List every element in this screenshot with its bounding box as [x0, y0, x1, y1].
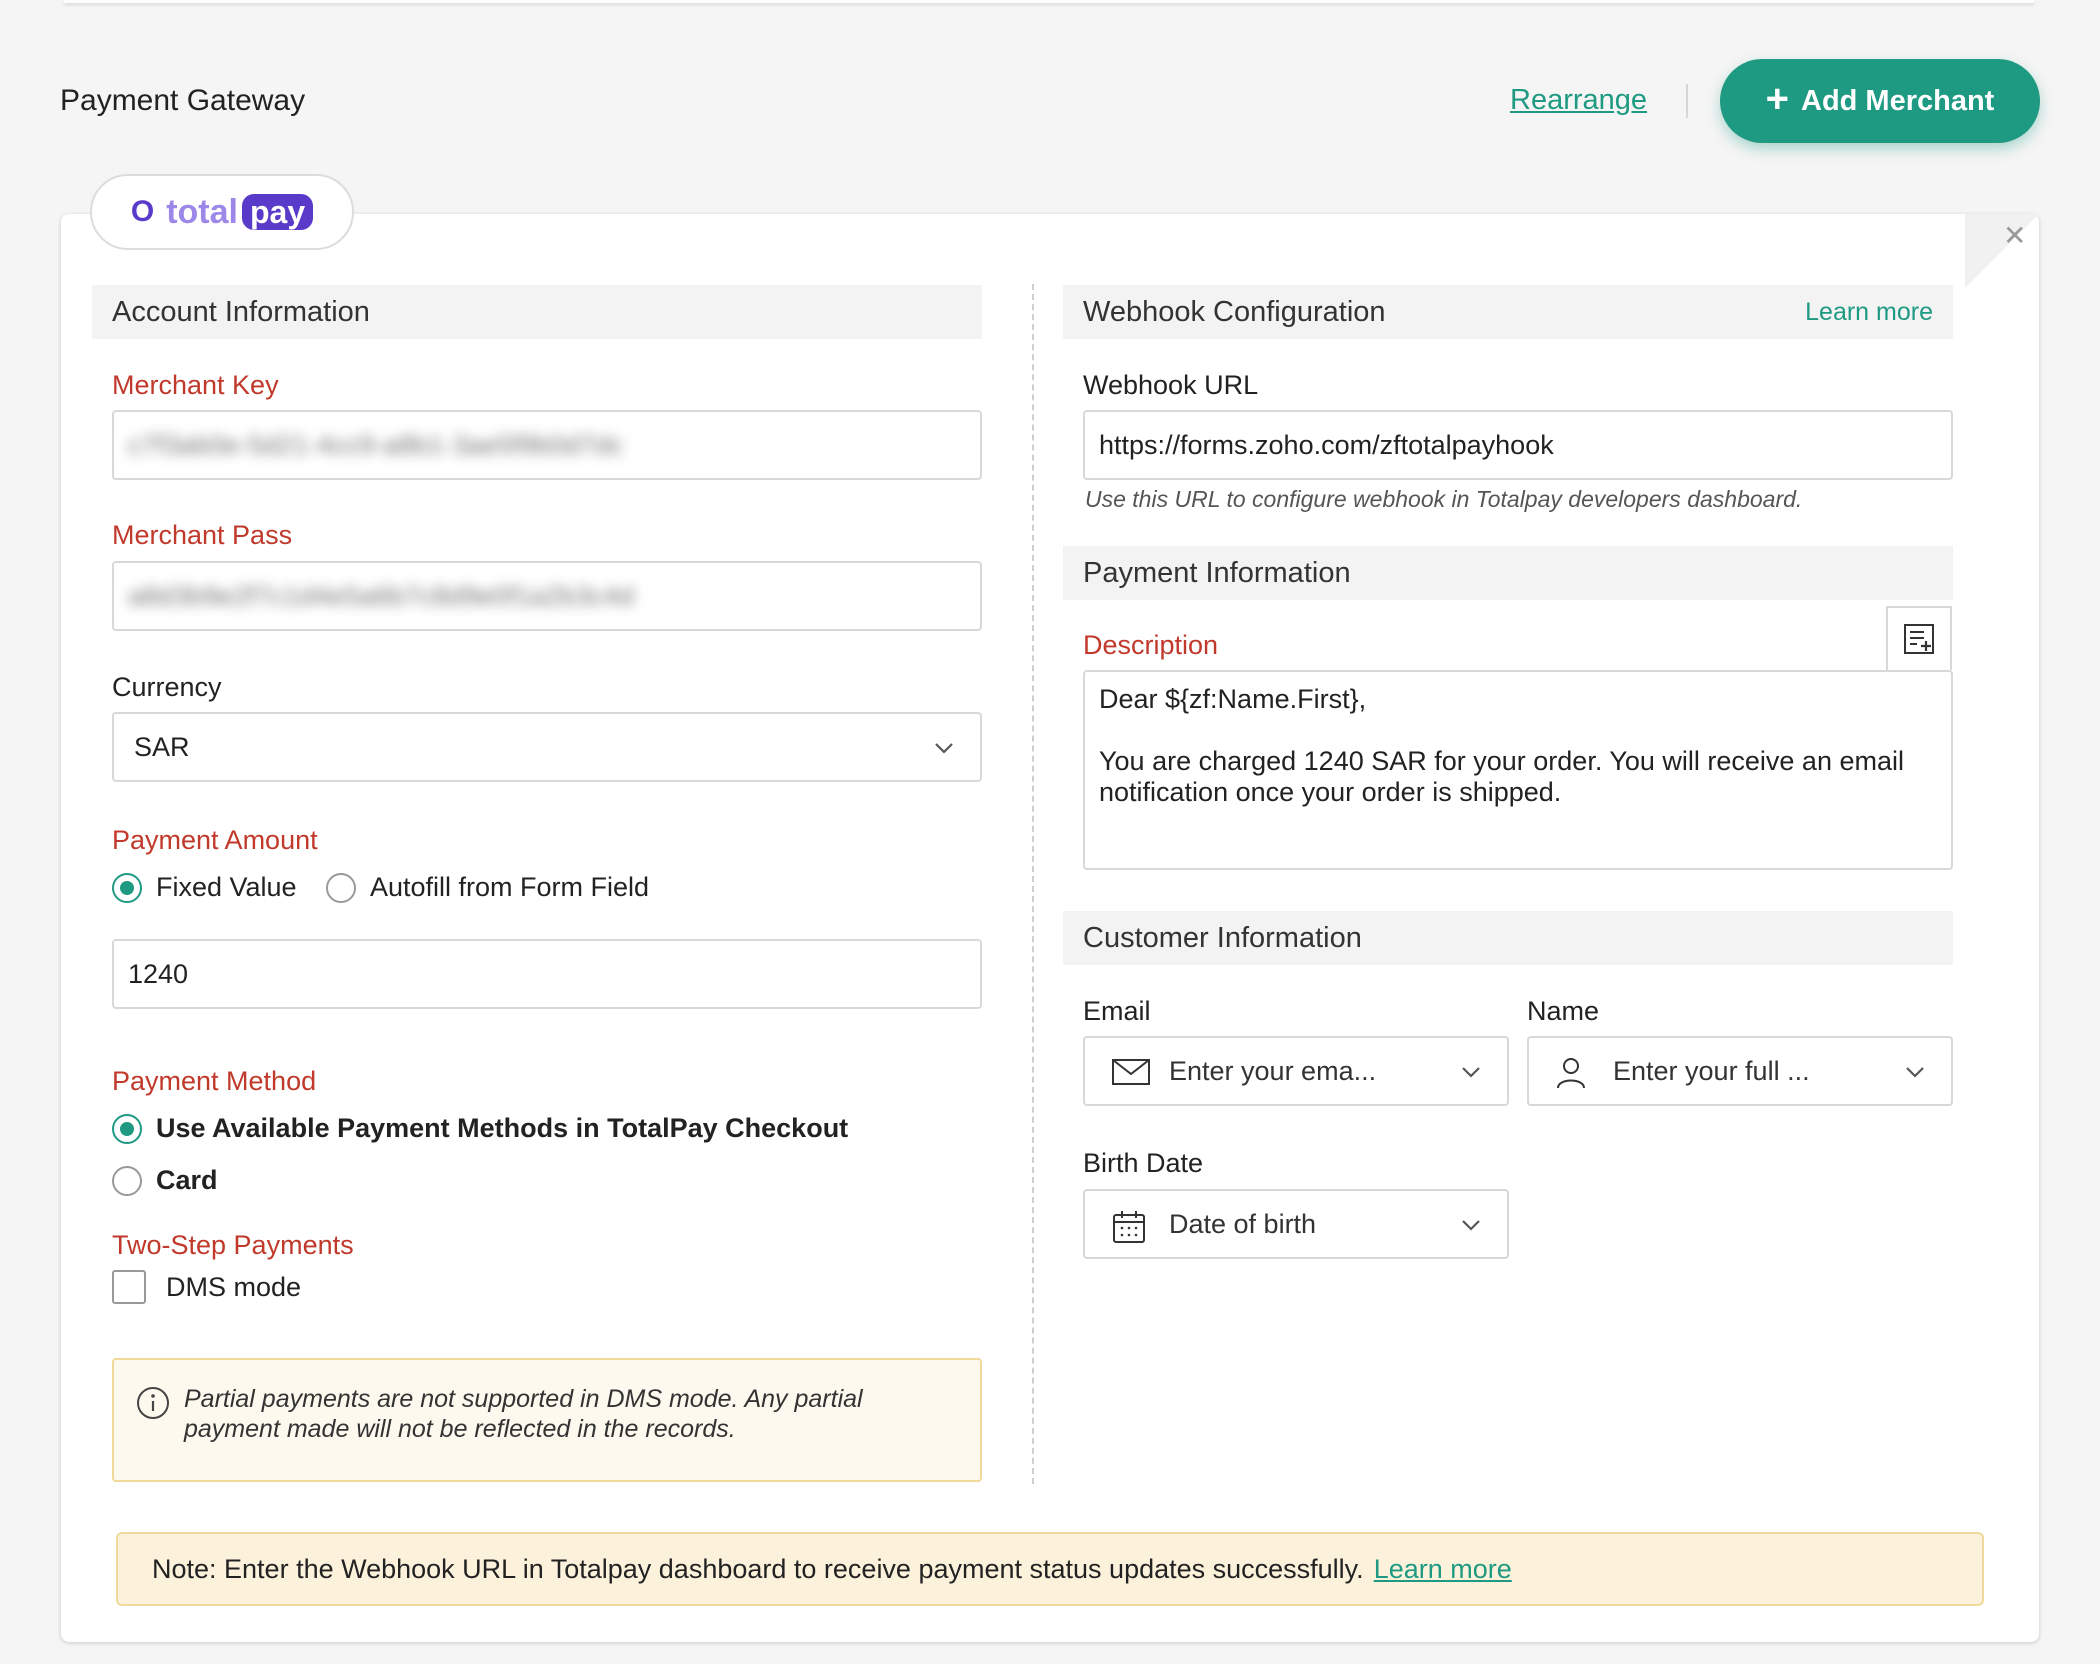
- plus-icon: +: [1765, 77, 1789, 121]
- radio-autofill-indicator: [326, 872, 356, 903]
- payment-amount-input[interactable]: 1240: [112, 939, 982, 1009]
- description-line2: You are charged 1240 SAR for your order.…: [1099, 746, 1904, 807]
- mail-icon: [1112, 1059, 1150, 1085]
- birth-date-placeholder: Date of birth: [1169, 1208, 1317, 1239]
- customer-information-header: Customer Information: [1063, 911, 1953, 965]
- user-icon: [1557, 1058, 1585, 1089]
- two-step-payments-label: Two-Step Payments: [112, 1230, 354, 1260]
- account-information-header: Account Information: [92, 285, 982, 339]
- corner-fold: [1965, 214, 2039, 288]
- radio-fixed-value[interactable]: Fixed Value: [112, 872, 297, 903]
- chevron-down-icon: [1462, 1067, 1480, 1078]
- add-merchant-button[interactable]: + Add Merchant: [1720, 59, 2040, 143]
- merchant-pass-input[interactable]: a8d3b9e2f7c1d4e5a6b7c8d9e0f1a2b3c4d: [112, 561, 982, 631]
- webhook-url-value: https://forms.zoho.com/zftotalpayhook: [1099, 429, 1554, 460]
- radio-card-label: Card: [156, 1165, 218, 1195]
- previous-card-edge: [64, 0, 2034, 3]
- description-label: Description: [1083, 630, 1219, 660]
- webhook-learn-more-link[interactable]: Learn more: [1805, 298, 1933, 327]
- dms-mode-box: [112, 1270, 146, 1304]
- radio-totalpay-checkout[interactable]: Use Available Payment Methods in TotalPa…: [112, 1113, 848, 1144]
- gateway-logo-tab[interactable]: O total pay: [90, 174, 354, 250]
- name-placeholder: Enter your full ...: [1613, 1055, 1810, 1086]
- chevron-down-icon: [935, 743, 953, 754]
- webhook-url-input[interactable]: https://forms.zoho.com/zftotalpayhook: [1083, 410, 1953, 480]
- payment-amount-value: 1240: [128, 958, 189, 989]
- radio-totalpay-checkout-indicator: [112, 1113, 142, 1144]
- radio-totalpay-checkout-label: Use Available Payment Methods in TotalPa…: [156, 1113, 849, 1143]
- logo-text-pay: pay: [241, 194, 314, 230]
- page-title: Payment Gateway: [60, 84, 306, 117]
- webhook-note-bar: Note: Enter the Webhook URL in Totalpay …: [116, 1532, 1984, 1606]
- name-label: Name: [1527, 996, 1600, 1026]
- radio-fixed-value-label: Fixed Value: [156, 872, 297, 902]
- currency-select[interactable]: SAR: [112, 712, 982, 782]
- name-field-select[interactable]: Enter your full ...: [1527, 1036, 1953, 1106]
- currency-value: SAR: [134, 731, 190, 762]
- radio-card-indicator: [112, 1165, 142, 1196]
- radio-autofill-form-field[interactable]: Autofill from Form Field: [326, 872, 649, 903]
- account-information-title: Account Information: [112, 295, 370, 328]
- webhook-note-text: Note: Enter the Webhook URL in Totalpay …: [152, 1553, 1364, 1584]
- payment-information-title: Payment Information: [1083, 556, 1351, 589]
- add-merchant-label: Add Merchant: [1801, 84, 1995, 117]
- insert-field-button[interactable]: [1886, 606, 1952, 670]
- customer-information-title: Customer Information: [1083, 921, 1362, 954]
- logo-text-total: total: [166, 192, 238, 231]
- birth-date-field-select[interactable]: Date of birth: [1083, 1189, 1509, 1259]
- webhook-url-hint: Use this URL to configure webhook in Tot…: [1085, 486, 1803, 512]
- dms-mode-checkbox[interactable]: DMS mode: [112, 1270, 301, 1304]
- webhook-url-label: Webhook URL: [1083, 370, 1259, 400]
- payment-amount-label: Payment Amount: [112, 825, 318, 855]
- merchant-pass-value: a8d3b9e2f7c1d4e5a6b7c8d9e0f1a2b3c4d: [128, 580, 634, 611]
- radio-autofill-label: Autofill from Form Field: [370, 872, 650, 902]
- merchant-key-input[interactable]: c7f3ab0e-5d21-4cc9-a8b1-3ae5f9b0d7dc: [112, 410, 982, 480]
- totalpay-logo-icon: O: [130, 195, 155, 228]
- rearrange-link[interactable]: Rearrange: [1510, 84, 1647, 117]
- dms-warning-box: Partial payments are not supported in DM…: [112, 1358, 982, 1482]
- merchant-key-label: Merchant Key: [112, 370, 279, 400]
- merchant-key-value: c7f3ab0e-5d21-4cc9-a8b1-3ae5f9b0d7dc: [128, 429, 624, 460]
- chevron-down-icon: [1906, 1067, 1924, 1078]
- description-textarea[interactable]: Dear ${zf:Name.First}, You are charged 1…: [1083, 670, 1953, 870]
- payment-method-label: Payment Method: [112, 1066, 317, 1096]
- dms-mode-label: DMS mode: [166, 1271, 302, 1302]
- email-field-select[interactable]: Enter your ema...: [1083, 1036, 1509, 1106]
- email-label: Email: [1083, 996, 1151, 1026]
- header-separator: [1686, 84, 1688, 118]
- close-icon[interactable]: ✕: [2003, 222, 2026, 250]
- note-learn-more-link[interactable]: Learn more: [1374, 1554, 1512, 1585]
- insert-field-icon: [1904, 624, 1934, 654]
- webhook-configuration-header: Webhook Configuration Learn more: [1063, 285, 1953, 339]
- birth-date-label: Birth Date: [1083, 1148, 1204, 1178]
- radio-fixed-value-indicator: [112, 872, 142, 903]
- radio-card[interactable]: Card: [112, 1165, 218, 1196]
- payment-information-header: Payment Information: [1063, 546, 1953, 600]
- chevron-down-icon: [1462, 1220, 1480, 1231]
- description-line1: Dear ${zf:Name.First},: [1099, 684, 1367, 714]
- column-divider: [1032, 284, 1034, 1484]
- dms-warning-text: Partial payments are not supported in DM…: [184, 1385, 863, 1443]
- webhook-configuration-title: Webhook Configuration: [1083, 295, 1386, 328]
- info-icon: [137, 1387, 169, 1419]
- merchant-pass-label: Merchant Pass: [112, 520, 293, 550]
- calendar-icon: [1113, 1211, 1145, 1243]
- email-placeholder: Enter your ema...: [1169, 1055, 1377, 1086]
- currency-label: Currency: [112, 672, 222, 702]
